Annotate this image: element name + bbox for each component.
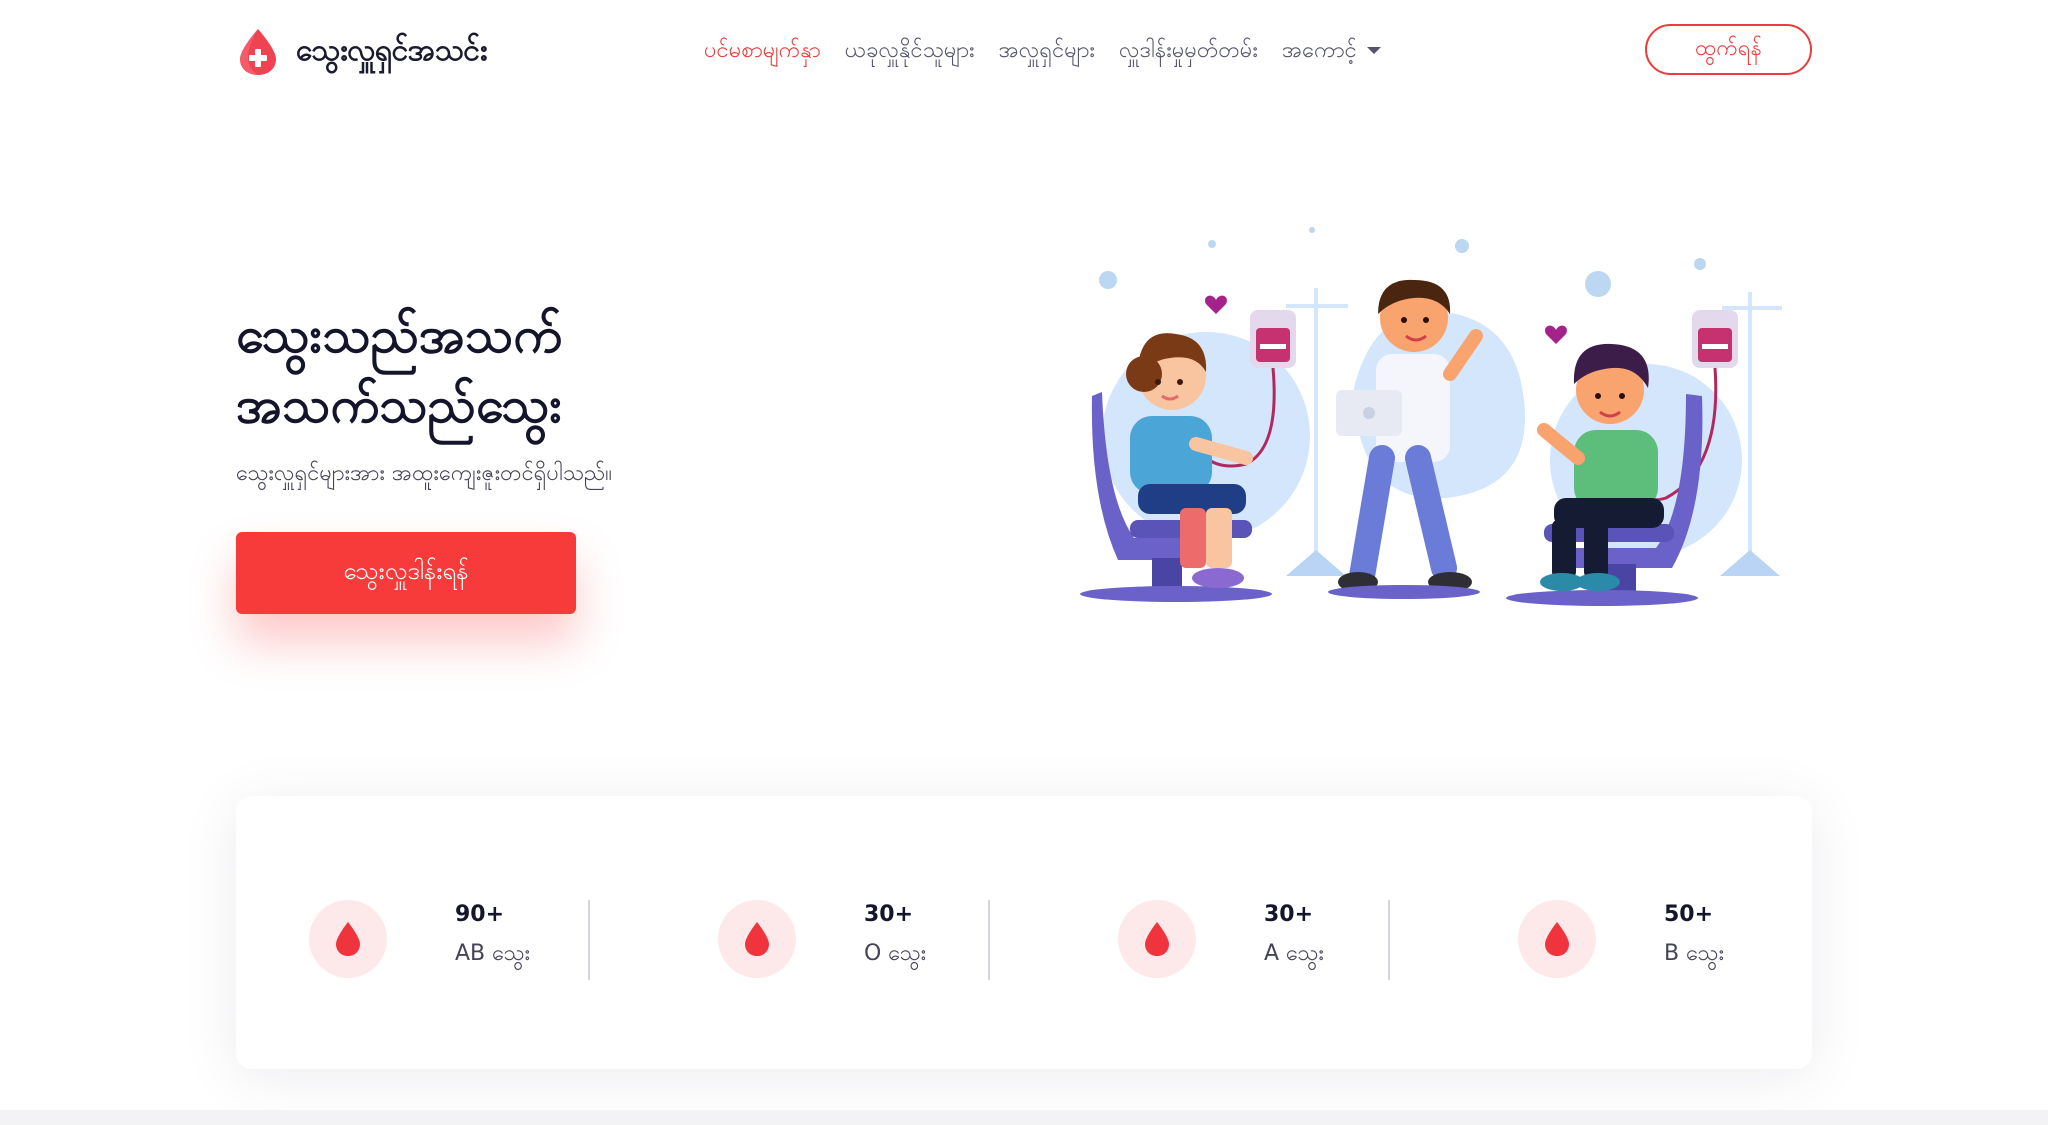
brand[interactable]: သွေးလှူရှင်အသင်း (236, 26, 488, 78)
stat-value: 50+ (1664, 902, 1714, 927)
nav-account-label: အကောင့် (1281, 37, 1357, 63)
blood-stock-stats: 90+ AB သွေး 30+ O သွေး 30+ A သွေး 50+ B … (236, 796, 1812, 1069)
hero-title-line-2: အသက်သည်သွေး (236, 376, 563, 434)
brand-name: သွေးလှူရှင်အသင်း (296, 32, 488, 68)
stat-label: A သွေး (1264, 941, 1324, 966)
blood-drop-icon (1518, 900, 1596, 978)
hero-title: သွေးသည်အသက် အသက်သည်သွေး (236, 300, 836, 440)
stat-label: O သွေး (864, 941, 927, 966)
stat-label: B သွေး (1664, 941, 1725, 966)
hero-subtitle: သွေးလှူရှင်များအား အထူးကျေးဇူးတင်ရှိပါသည… (236, 461, 612, 486)
navbar: သွေးလှူရှင်အသင်း ပင်မစာမျက်နှာ ယခုလှူနို… (0, 0, 2048, 104)
nav-link-available-donors[interactable]: ယခုလှူနိုင်သူများ (845, 35, 975, 68)
stat-value: 30+ (1264, 902, 1314, 927)
stat-label: AB သွေး (455, 941, 531, 966)
blood-donation-illustration (1080, 227, 1782, 606)
donate-blood-button[interactable]: သွေးလှူဒါန်းရန် (236, 532, 576, 614)
blood-drop-icon (718, 900, 796, 978)
stat-value: 90+ (455, 902, 505, 927)
stat-item-o: 30+ O သွေး (718, 900, 998, 980)
stat-value: 30+ (864, 902, 914, 927)
nav-link-donation-records[interactable]: လှူဒါန်းမှုမှတ်တမ်း (1119, 35, 1258, 68)
blood-drop-icon (1118, 900, 1196, 978)
stat-item-a: 30+ A သွေး (1118, 900, 1398, 980)
logout-button[interactable]: ထွက်ရန် (1645, 24, 1812, 75)
nav-link-home[interactable]: ပင်မစာမျက်နှာ (704, 35, 821, 68)
caret-down-icon (1366, 47, 1381, 54)
stat-divider (1388, 900, 1390, 980)
nav-link-donors[interactable]: အလှူရှင်များ (999, 35, 1095, 68)
hero-title-line-1: သွေးသည်အသက် (236, 306, 563, 364)
stat-divider (988, 900, 990, 980)
blood-drop-logo-icon (240, 29, 276, 75)
stat-item-b: 50+ B သွေး (1518, 900, 1798, 980)
footer-strip (0, 1110, 2048, 1125)
stat-item-ab: 90+ AB သွေး (309, 900, 589, 980)
nav-link-account-dropdown[interactable]: အကောင့် (1282, 35, 1381, 68)
stat-divider (588, 900, 590, 980)
main-nav: ပင်မစာမျက်နှာ ယခုလှူနိုင်သူများ အလှူရှင်… (704, 34, 1405, 68)
blood-drop-icon (309, 900, 387, 978)
